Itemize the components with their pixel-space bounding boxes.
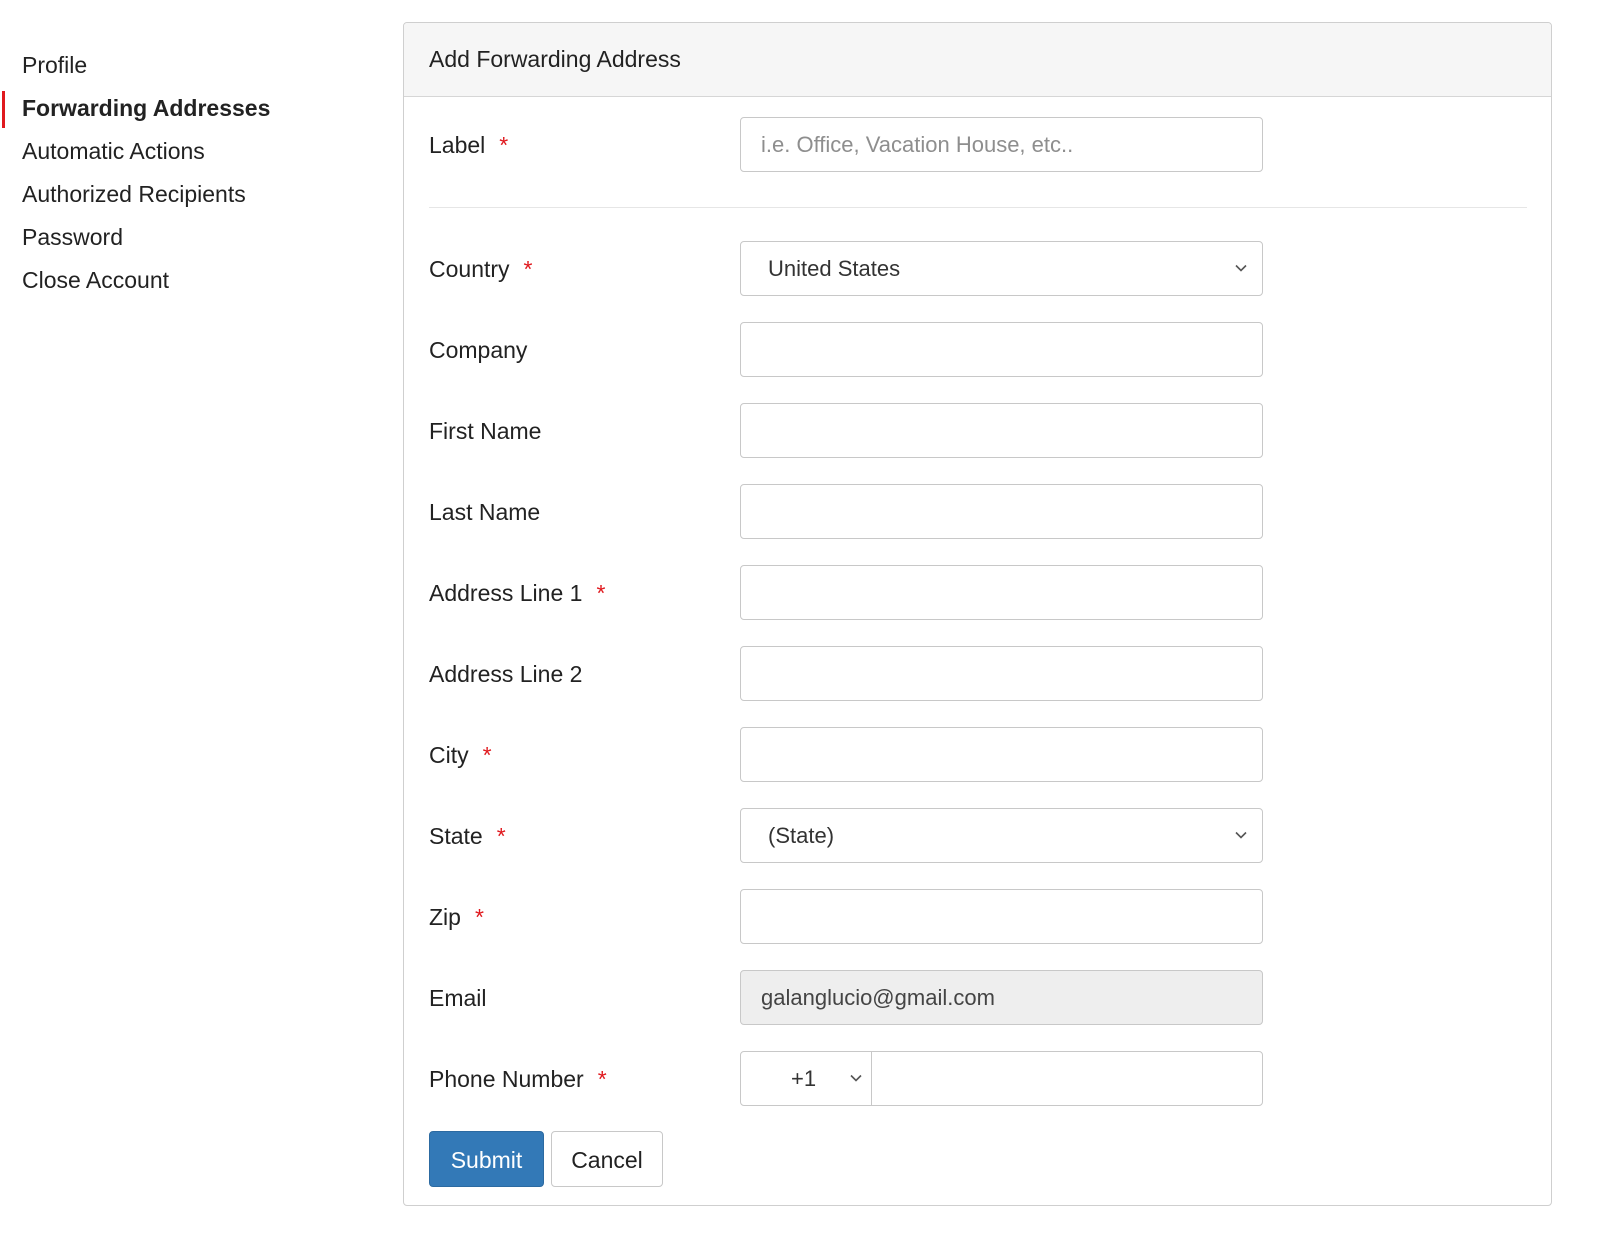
country-selected-value: United States [768,256,901,281]
first-name-input[interactable] [740,403,1263,458]
email-label: Email [429,985,487,1011]
state-select[interactable]: (State) [740,808,1263,863]
required-marker: * [474,904,484,930]
sidebar-nav: Profile Forwarding Addresses Automatic A… [0,44,380,302]
sidebar-item-profile[interactable]: Profile [0,44,380,87]
state-row: State * (State) [429,808,1529,864]
sidebar-item-authorized-recipients[interactable]: Authorized Recipients [0,173,380,216]
required-marker: * [597,1066,607,1092]
address-line-2-row: Address Line 2 [429,646,1529,702]
company-row: Company [429,322,1529,378]
sidebar-item-automatic-actions[interactable]: Automatic Actions [0,130,380,173]
required-marker: * [496,823,506,849]
label-field-label: Label [429,132,486,158]
zip-input[interactable] [740,889,1263,944]
submit-button[interactable]: Submit [429,1131,544,1187]
city-label: City [429,742,469,768]
first-name-label: First Name [429,418,542,444]
address-line-1-input[interactable] [740,565,1263,620]
first-name-row: First Name [429,403,1529,459]
chevron-down-icon [1235,831,1247,839]
city-input[interactable] [740,727,1263,782]
required-marker: * [482,742,492,768]
address-line-1-label: Address Line 1 [429,580,583,606]
phone-label: Phone Number [429,1066,584,1092]
address-line-2-input[interactable] [740,646,1263,701]
label-row: Label * [429,117,1529,173]
state-selected-value: (State) [768,823,835,848]
sidebar-item-forwarding-addresses[interactable]: Forwarding Addresses [0,87,380,130]
address-line-2-label: Address Line 2 [429,661,583,687]
sidebar-item-password[interactable]: Password [0,216,380,259]
label-input[interactable] [740,117,1263,172]
phone-country-code-select[interactable]: +1 [741,1052,872,1105]
email-input [740,970,1263,1025]
divider [429,207,1527,208]
required-marker: * [523,256,533,282]
state-label: State [429,823,483,849]
required-marker: * [499,132,509,158]
country-select[interactable]: United States [740,241,1263,296]
country-label: Country [429,256,510,282]
company-label: Company [429,337,528,363]
address-line-1-row: Address Line 1 * [429,565,1529,621]
last-name-label: Last Name [429,499,541,525]
last-name-input[interactable] [740,484,1263,539]
zip-label: Zip [429,904,461,930]
phone-field: +1 [740,1051,1263,1106]
phone-country-code: +1 [791,1066,817,1091]
chevron-down-icon [850,1074,862,1082]
last-name-row: Last Name [429,484,1529,540]
card-title: Add Forwarding Address [404,23,1551,97]
email-row: Email [429,970,1529,1026]
zip-row: Zip * [429,889,1529,945]
sidebar-item-close-account[interactable]: Close Account [0,259,380,302]
chevron-down-icon [1235,264,1247,272]
country-row: Country * United States [429,241,1529,297]
cancel-button[interactable]: Cancel [551,1131,663,1187]
company-input[interactable] [740,322,1263,377]
phone-number-input[interactable] [872,1052,1261,1105]
phone-row: Phone Number * +1 [429,1051,1529,1107]
city-row: City * [429,727,1529,783]
add-forwarding-address-card: Add Forwarding Address Label * Country * U… [403,22,1552,1206]
required-marker: * [596,580,606,606]
page: Profile Forwarding Addresses Automatic A… [0,0,1600,1258]
